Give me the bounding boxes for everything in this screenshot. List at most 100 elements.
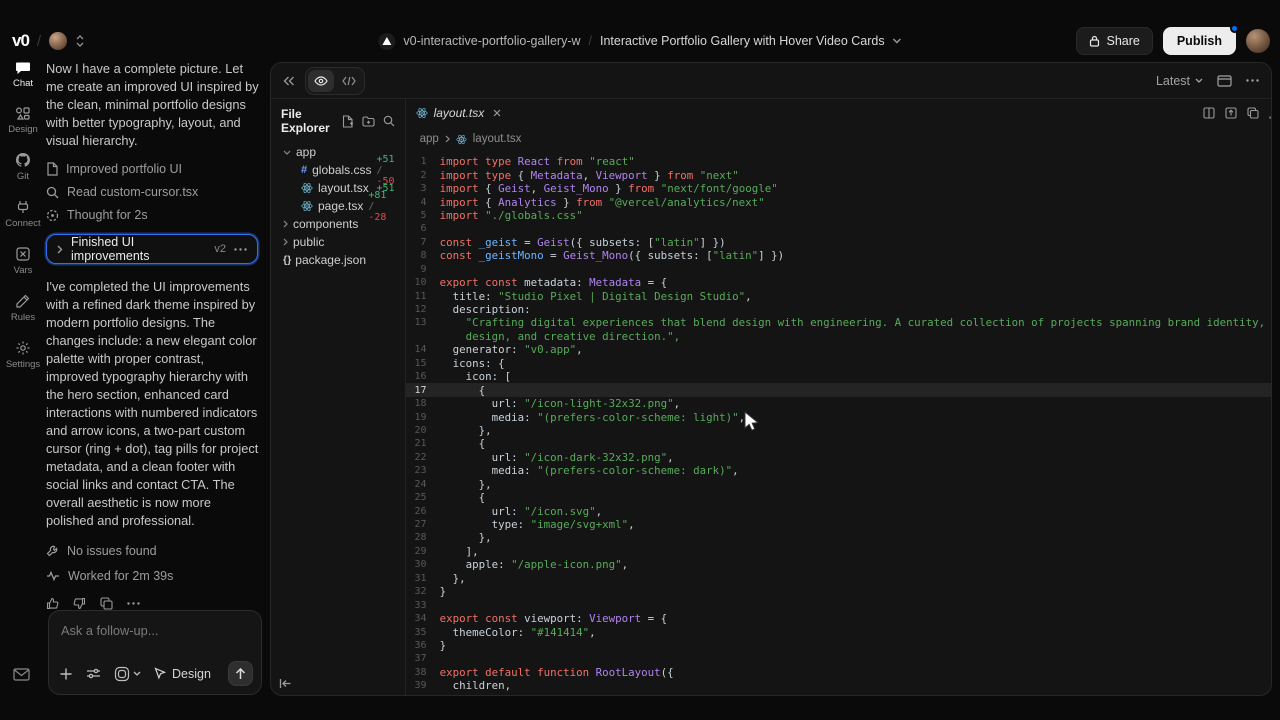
mail-icon[interactable]	[13, 668, 30, 681]
close-tab-icon[interactable]	[493, 109, 501, 117]
code-line[interactable]: 28 },	[406, 531, 1272, 544]
status-no-issues[interactable]: No issues found	[46, 544, 268, 558]
rail-item-rules[interactable]: Rules	[11, 293, 35, 323]
code-line[interactable]: 25 {	[406, 491, 1272, 504]
split-editor-icon[interactable]	[1203, 107, 1215, 119]
version-selector[interactable]: Latest	[1156, 74, 1203, 88]
code-line[interactable]: 4import { Analytics } from "@vercel/anal…	[406, 195, 1272, 208]
rail-item-git[interactable]: Git	[15, 152, 31, 182]
rail-item-chat[interactable]: Chat	[13, 60, 33, 89]
code-line[interactable]: 13 "Crafting digital experiences that bl…	[406, 316, 1272, 329]
code-line[interactable]: 9	[406, 263, 1272, 276]
code-line[interactable]: 37	[406, 652, 1272, 665]
code-line[interactable]: 12 description:	[406, 303, 1272, 316]
tree-file-page-tsx[interactable]: page.tsx +81 / -28	[271, 197, 405, 215]
code-line[interactable]: 39 children,	[406, 679, 1272, 692]
download-icon[interactable]	[1269, 107, 1272, 119]
tree-folder-public[interactable]: public	[271, 233, 405, 251]
rail-item-vars[interactable]: Vars	[14, 246, 33, 276]
rail-item-settings[interactable]: Settings	[6, 340, 40, 370]
code-line[interactable]: 18 url: "/icon-light-32x32.png",	[406, 397, 1272, 410]
settings-sliders-icon[interactable]	[86, 667, 101, 680]
copy-icon[interactable]	[100, 597, 113, 610]
code-line[interactable]: 11 title: "Studio Pixel | Digital Design…	[406, 289, 1272, 302]
add-attachment-icon[interactable]	[59, 667, 73, 681]
code-line[interactable]: 29 ],	[406, 545, 1272, 558]
browser-icon[interactable]	[1217, 75, 1232, 87]
code-line[interactable]: 16 icon: [	[406, 370, 1272, 383]
step-improved-portfolio-ui[interactable]: Improved portfolio UI	[46, 162, 268, 176]
new-folder-icon[interactable]	[362, 116, 375, 127]
code-line[interactable]: 31 },	[406, 572, 1272, 585]
code-line[interactable]: 6	[406, 222, 1272, 235]
code-line[interactable]: 36}	[406, 639, 1272, 652]
code-line[interactable]: 32}	[406, 585, 1272, 598]
code-content[interactable]: 1import type React from "react"2import t…	[406, 151, 1272, 696]
collapse-panel-icon[interactable]	[283, 76, 295, 86]
code-line[interactable]: 1import type React from "react"	[406, 155, 1272, 168]
collapse-explorer-icon[interactable]	[279, 678, 292, 689]
code-line[interactable]: 10export const metadata: Metadata = {	[406, 276, 1272, 289]
send-button[interactable]	[228, 661, 253, 686]
breadcrumb-chat-title[interactable]: Interactive Portfolio Gallery with Hover…	[600, 34, 885, 48]
avatar[interactable]	[49, 32, 67, 50]
code-line[interactable]: 40}: Readonly<{	[406, 693, 1272, 697]
rail-item-design[interactable]: Design	[8, 106, 38, 135]
code-line[interactable]: 2import type { Metadata, Viewport } from…	[406, 168, 1272, 181]
share-button[interactable]: Share	[1076, 27, 1152, 55]
code-line[interactable]: 35 themeColor: "#141414",	[406, 625, 1272, 638]
code-line[interactable]: 33	[406, 598, 1272, 611]
breadcrumb-file[interactable]: layout.tsx	[473, 133, 522, 145]
status-worked-for[interactable]: Worked for 2m 39s	[46, 569, 268, 583]
tree-file-package-json[interactable]: { } package.json	[271, 251, 405, 269]
code-line[interactable]: 17 {	[406, 383, 1272, 396]
model-selector-icon[interactable]	[114, 666, 141, 682]
breadcrumb-dir[interactable]: app	[420, 133, 439, 145]
user-avatar[interactable]	[1246, 29, 1270, 53]
code-line[interactable]: 20 },	[406, 424, 1272, 437]
rail-item-connect[interactable]: Connect	[5, 199, 40, 229]
more-icon[interactable]	[127, 602, 140, 605]
code-line[interactable]: 26 url: "/icon.svg",	[406, 504, 1272, 517]
copy-icon[interactable]	[1247, 107, 1259, 119]
editor-panel: Latest File Explorer	[270, 62, 1272, 696]
code-line[interactable]: 30 apple: "/apple-icon.png",	[406, 558, 1272, 571]
code-line[interactable]: 7const _geist = Geist({ subsets: ["latin…	[406, 236, 1272, 249]
code-line[interactable]: 8const _geistMono = Geist_Mono({ subsets…	[406, 249, 1272, 262]
code-line[interactable]: 21 {	[406, 437, 1272, 450]
tab-layout-tsx[interactable]: layout.tsx	[416, 106, 502, 120]
preview-eye-icon[interactable]	[308, 70, 334, 92]
thumbs-up-icon[interactable]	[46, 597, 59, 610]
chat-input-box[interactable]: Ask a follow-up... Design	[48, 610, 262, 695]
finished-task-card[interactable]: Finished UI improvements v2	[46, 234, 258, 264]
code-line[interactable]: 15 icons: {	[406, 357, 1272, 370]
code-line[interactable]: 5import "./globals.css"	[406, 209, 1272, 222]
design-mode-button[interactable]: Design	[154, 667, 211, 681]
code-line[interactable]: 3import { Geist, Geist_Mono } from "next…	[406, 182, 1272, 195]
v0-logo[interactable]: v0	[12, 31, 29, 51]
export-file-icon[interactable]	[1225, 107, 1237, 119]
code-line[interactable]: 38export default function RootLayout({	[406, 666, 1272, 679]
code-line[interactable]: 22 url: "/icon-dark-32x32.png",	[406, 451, 1272, 464]
code-view-icon[interactable]	[336, 70, 362, 92]
publish-button[interactable]: Publish	[1163, 27, 1236, 55]
step-read-custom-cursor[interactable]: Read custom-cursor.tsx	[46, 185, 268, 199]
code-line[interactable]: design, and creative direction.",	[406, 330, 1272, 343]
code-line[interactable]: 19 media: "(prefers-color-scheme: light)…	[406, 410, 1272, 423]
code-line[interactable]: 34export const viewport: Viewport = {	[406, 612, 1272, 625]
code-line[interactable]: 27 type: "image/svg+xml",	[406, 518, 1272, 531]
breadcrumb-project[interactable]: v0-interactive-portfolio-gallery-w	[403, 34, 580, 48]
code-line[interactable]: 24 },	[406, 478, 1272, 491]
code-line[interactable]: 23 media: "(prefers-color-scheme: dark)"…	[406, 464, 1272, 477]
chevron-down-icon[interactable]	[893, 38, 902, 44]
project-switcher-icon[interactable]	[75, 34, 85, 48]
search-icon[interactable]	[383, 115, 395, 127]
thumbs-down-icon[interactable]	[73, 597, 86, 610]
step-thought[interactable]: Thought for 2s	[46, 208, 268, 222]
more-icon[interactable]	[1246, 79, 1259, 82]
code-line[interactable]: 14 generator: "v0.app",	[406, 343, 1272, 356]
more-icon[interactable]	[234, 248, 247, 251]
tree-file-globals-css[interactable]: # globals.css +51 / -50	[271, 161, 405, 179]
tree-folder-components[interactable]: components	[271, 215, 405, 233]
new-file-icon[interactable]	[342, 115, 354, 128]
